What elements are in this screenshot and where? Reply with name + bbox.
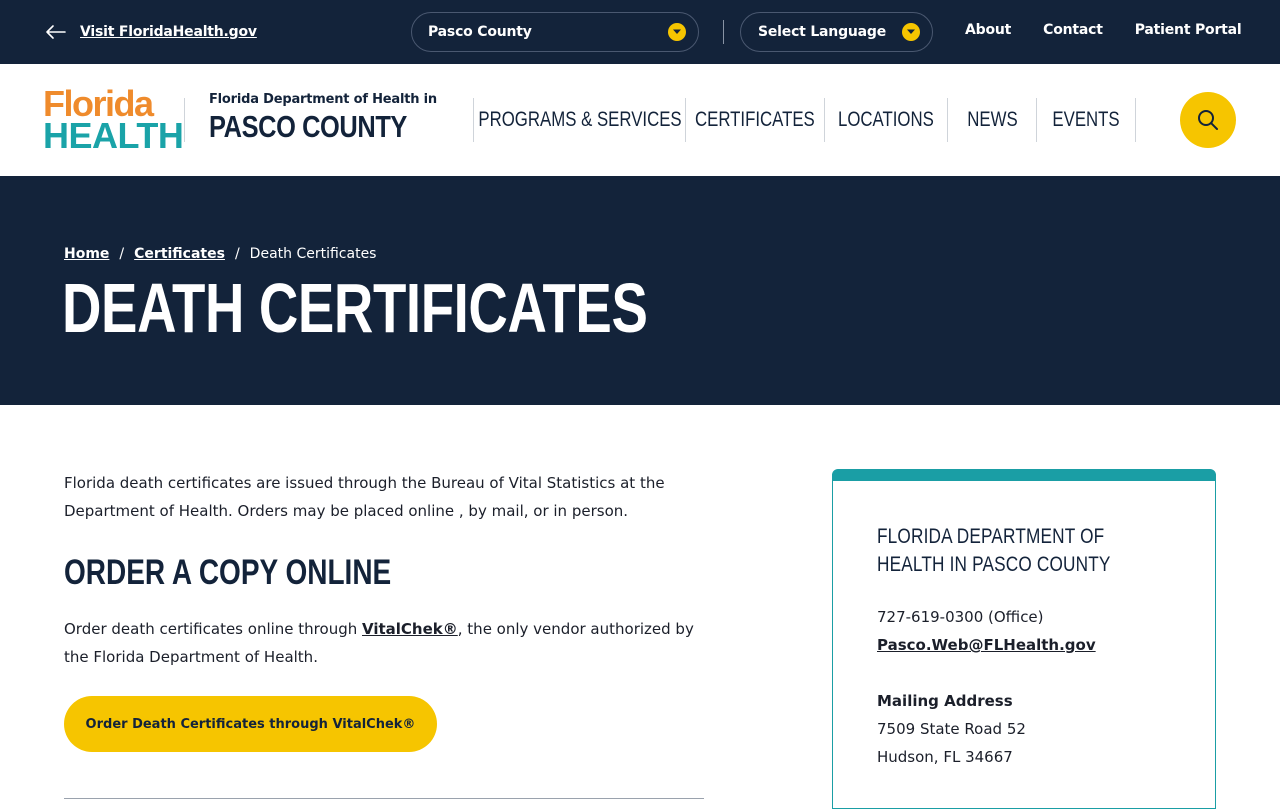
breadcrumb-separator: / — [234, 246, 240, 262]
breadcrumb: Home / Certificates / Death Certificates — [64, 246, 376, 262]
vitalchek-link[interactable]: VitalChek® — [362, 620, 458, 638]
county-select-value: Pasco County — [428, 24, 532, 40]
top-divider — [723, 20, 724, 44]
chevron-down-icon — [902, 23, 920, 41]
breadcrumb-separator: / — [119, 246, 125, 262]
top-links: About Contact Patient Portal — [965, 22, 1242, 42]
mailing-address-heading: Mailing Address — [877, 692, 1013, 710]
top-utility-bar: Visit FloridaHealth.gov Pasco County Sel… — [0, 0, 1280, 64]
about-link[interactable]: About — [965, 22, 1011, 42]
breadcrumb-current: Death Certificates — [249, 246, 377, 262]
nav-news-label: NEWS — [966, 108, 1018, 131]
search-icon — [1198, 110, 1218, 130]
chevron-down-icon — [668, 23, 686, 41]
florida-health-logo[interactable]: Florida HEALTH — [43, 86, 184, 156]
breadcrumb-home[interactable]: Home — [64, 246, 109, 262]
site-header: Florida HEALTH Florida Department of Hea… — [0, 64, 1280, 176]
address-line-1: 7509 State Road 52 — [877, 720, 1026, 738]
page-title: DEATH CERTIFICATES — [62, 269, 648, 347]
language-select-value: Select Language — [758, 24, 887, 40]
address-line-2: Hudson, FL 34667 — [877, 748, 1013, 766]
page-hero: Home / Certificates / Death Certificates… — [0, 176, 1280, 405]
nav-events-label: EVENTS — [1052, 108, 1120, 131]
visit-floridahealth-label: Visit FloridaHealth.gov — [80, 24, 257, 40]
patient-portal-link[interactable]: Patient Portal — [1135, 22, 1242, 42]
email-link[interactable]: Pasco.Web@FLHealth.gov — [877, 631, 1096, 659]
contact-link[interactable]: Contact — [1043, 22, 1103, 42]
order-online-paragraph: Order death certificates online through … — [64, 615, 704, 671]
nav-locations[interactable]: LOCATIONS — [825, 98, 948, 142]
contact-card-body: 727-619-0300 (Office) Pasco.Web@FLHealth… — [877, 603, 1096, 771]
breadcrumb-certificates[interactable]: Certificates — [134, 246, 225, 262]
order-online-heading: ORDER A COPY ONLINE — [64, 553, 392, 592]
county-select[interactable]: Pasco County — [411, 12, 699, 52]
main-nav: PROGRAMS & SERVICES CERTIFICATES LOCATIO… — [473, 98, 1136, 142]
order-text-before: Order death certificates online through — [64, 620, 362, 638]
logo-divider — [184, 98, 185, 142]
section-divider — [64, 798, 704, 799]
contact-card-title: FLORIDA DEPARTMENT OF HEALTH IN PASCO CO… — [877, 525, 1111, 576]
language-select[interactable]: Select Language — [740, 12, 933, 52]
search-button[interactable] — [1180, 92, 1236, 148]
department-name-county: PASCO COUNTY — [209, 109, 407, 144]
nav-programs-services[interactable]: PROGRAMS & SERVICES — [474, 98, 686, 142]
nav-certificates[interactable]: CERTIFICATES — [686, 98, 825, 142]
nav-programs-services-label: PROGRAMS & SERVICES — [477, 108, 682, 131]
logo-line-health: HEALTH — [43, 115, 184, 156]
contact-card: FLORIDA DEPARTMENT OF HEALTH IN PASCO CO… — [832, 469, 1216, 809]
nav-locations-label: LOCATIONS — [838, 108, 934, 131]
department-name-small: Florida Department of Health in — [209, 92, 437, 107]
department-name[interactable]: Florida Department of Health in PASCO CO… — [209, 92, 449, 145]
nav-events[interactable]: EVENTS — [1037, 98, 1136, 142]
visit-floridahealth-link[interactable]: Visit FloridaHealth.gov — [44, 22, 257, 42]
office-phone: 727-619-0300 (Office) — [877, 608, 1044, 626]
order-vitalchek-button[interactable]: Order Death Certificates through VitalCh… — [64, 696, 437, 752]
order-vitalchek-button-label: Order Death Certificates through VitalCh… — [85, 716, 416, 732]
intro-paragraph: Florida death certificates are issued th… — [64, 474, 665, 520]
nav-news[interactable]: NEWS — [948, 98, 1037, 142]
arrow-left-icon — [46, 25, 66, 39]
main-content: Florida death certificates are issued th… — [64, 469, 704, 752]
nav-certificates-label: CERTIFICATES — [695, 108, 815, 131]
